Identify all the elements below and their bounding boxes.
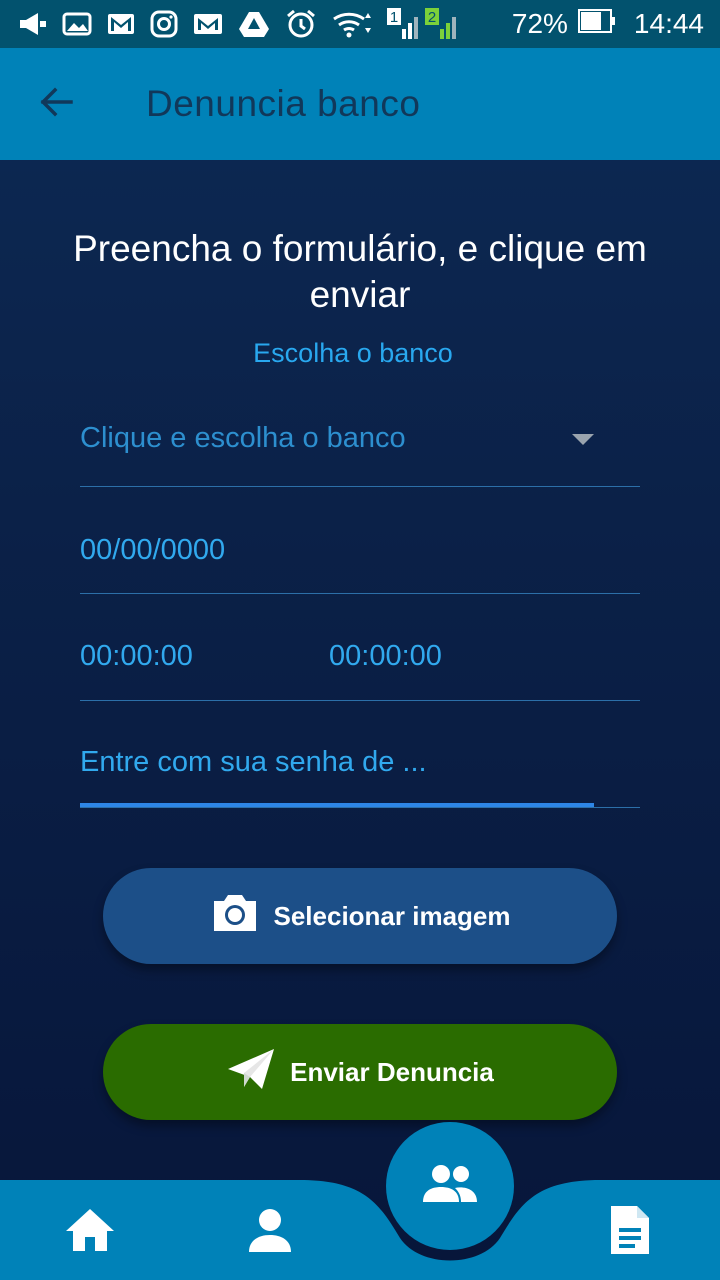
signal-icon: 1 2 (386, 7, 460, 41)
back-button[interactable] (26, 74, 86, 134)
document-icon (609, 1204, 651, 1261)
instagram-icon (150, 10, 178, 38)
time-end-field[interactable]: 00:00:00 (329, 640, 442, 673)
caret-down-icon (572, 434, 594, 445)
password-field[interactable]: Entre com sua senha de ... (80, 730, 640, 808)
page-title: Denuncia banco (146, 83, 421, 124)
bank-dropdown[interactable]: Clique e escolha o banco (80, 400, 640, 487)
wifi-icon (332, 9, 372, 39)
status-bar: 1 2 72% 14:44 (0, 0, 720, 48)
drive-icon (238, 10, 270, 38)
date-field[interactable]: 00/00/0000 (80, 510, 640, 594)
send-report-button[interactable]: Enviar Denuncia (103, 1024, 617, 1120)
camera-icon (210, 891, 260, 942)
app-bar: Denuncia banco (0, 48, 720, 160)
form-headline: Preencha o formulário, e clique em envia… (73, 228, 647, 315)
alarm-icon (284, 9, 318, 39)
time-fields: 00:00:00 00:00:00 (80, 620, 640, 701)
battery-icon (577, 8, 616, 41)
bank-dropdown-placeholder: Clique e escolha o banco (80, 422, 406, 454)
arrow-left-icon (39, 87, 73, 122)
person-icon (247, 1208, 293, 1257)
date-value: 00/00/0000 (80, 534, 226, 566)
bank-label: Escolha o banco (253, 338, 453, 368)
select-image-label: Selecionar imagem (273, 900, 511, 931)
nav-document[interactable] (600, 1200, 660, 1264)
send-icon (226, 1047, 276, 1098)
time-start-field[interactable]: 00:00:00 (80, 640, 193, 673)
nav-home[interactable] (60, 1204, 120, 1260)
nav-community[interactable] (386, 1122, 514, 1250)
sim2-label: 2 (428, 9, 436, 26)
people-icon (421, 1164, 479, 1209)
gmail-icon (106, 11, 136, 37)
mail-icon (192, 11, 224, 37)
battery-percent: 72% (511, 8, 568, 39)
send-report-label: Enviar Denuncia (290, 1056, 494, 1087)
nav-profile[interactable] (240, 1202, 300, 1262)
password-focus-underline (80, 803, 594, 807)
password-placeholder: Entre com sua senha de ... (80, 746, 427, 778)
clock: 14:44 (633, 8, 704, 39)
megaphone-icon (18, 11, 48, 37)
home-icon (64, 1207, 116, 1258)
image-icon (62, 11, 92, 37)
select-image-button[interactable]: Selecionar imagem (103, 868, 617, 964)
bottom-navigation (0, 1120, 720, 1280)
sim1-label: 1 (390, 9, 398, 26)
